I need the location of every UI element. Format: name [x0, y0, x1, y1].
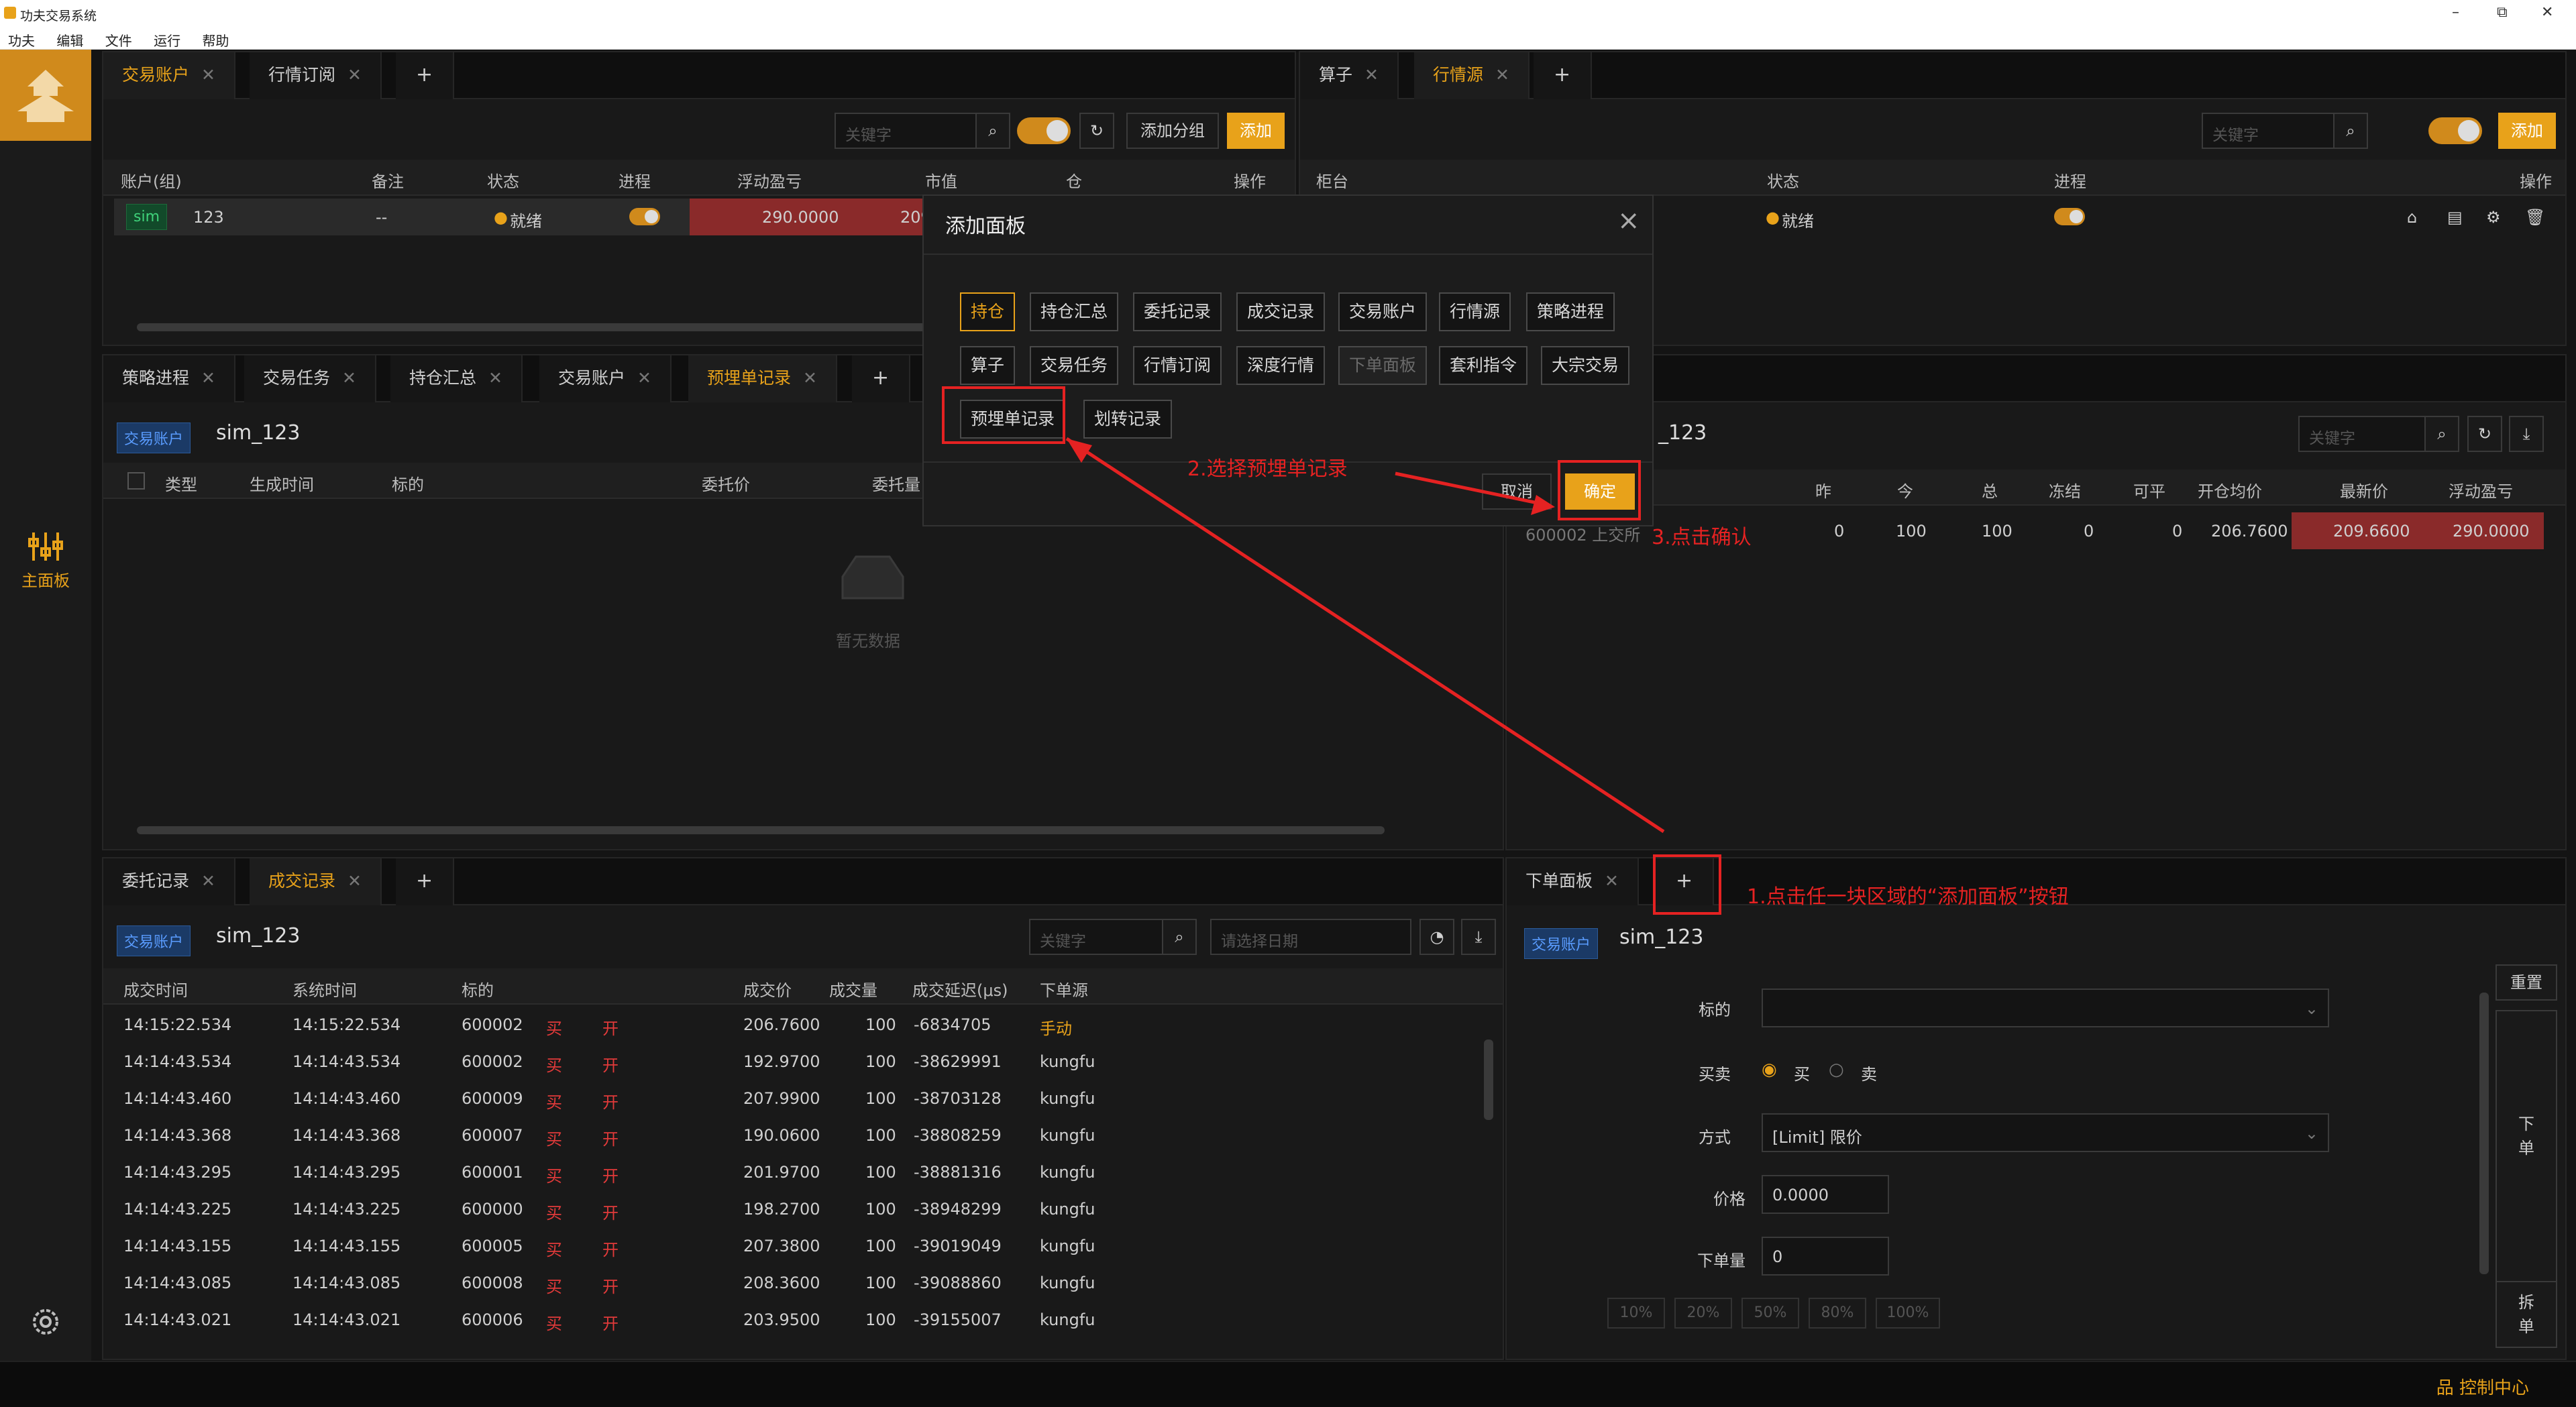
annotation-arrows — [1065, 437, 1665, 834]
